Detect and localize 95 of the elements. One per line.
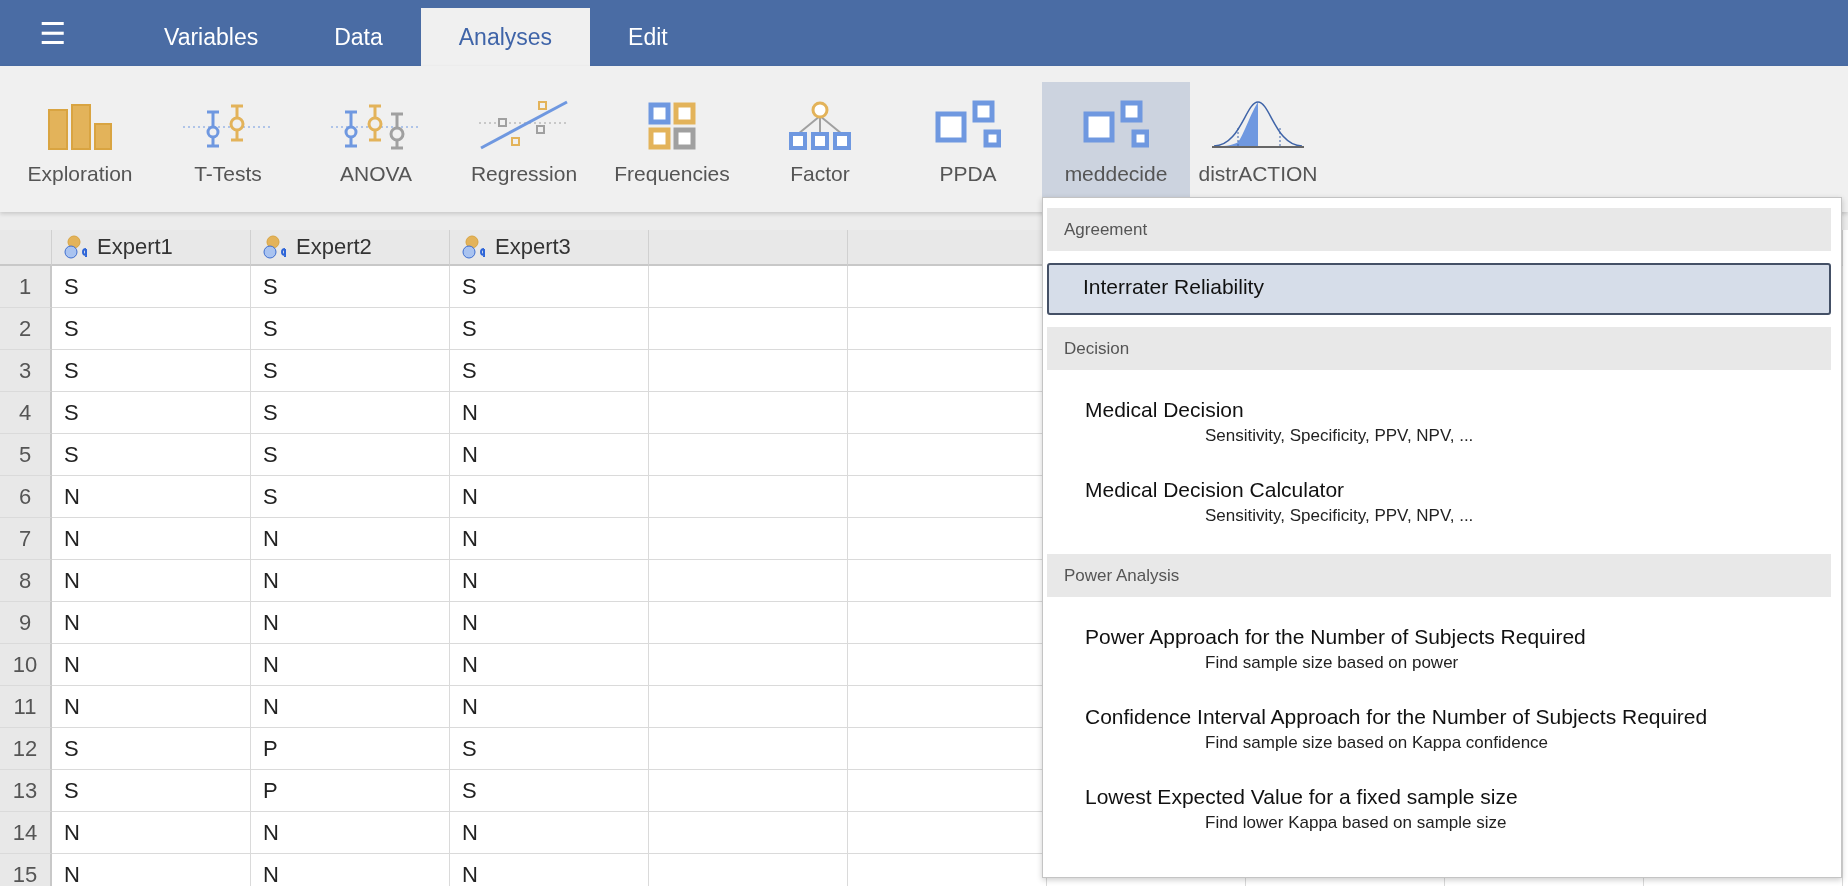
table-cell: N — [52, 560, 251, 602]
row-number: 7 — [0, 518, 52, 560]
section-heading: Agreement — [1047, 208, 1831, 251]
table-cell: N — [450, 434, 649, 476]
table-cell: S — [251, 266, 450, 308]
row-number: 12 — [0, 728, 52, 770]
distribution-curve-icon — [1210, 98, 1306, 150]
table-cell: N — [52, 602, 251, 644]
table-cell: S — [450, 770, 649, 812]
toolbar-button[interactable]: meddecide — [1042, 82, 1190, 198]
table-cell: N — [450, 476, 649, 518]
table-cell: N — [251, 602, 450, 644]
table-cell: S — [52, 770, 251, 812]
table-cell: P — [251, 728, 450, 770]
scatter-line-icon — [479, 100, 569, 150]
table-cell: N — [450, 854, 649, 886]
table-cell: N — [251, 644, 450, 686]
table-cell: S — [251, 392, 450, 434]
table-cell: N — [251, 518, 450, 560]
tab[interactable]: Data — [296, 8, 421, 66]
menu-button[interactable]: ☰ — [20, 0, 86, 66]
menu-item[interactable]: Medical Decision Sensitivity, Specificity, PPV, NPV, ... — [1047, 382, 1831, 462]
row-number: 11 — [0, 686, 52, 728]
table-cell: P — [251, 770, 450, 812]
table-cell: S — [52, 308, 251, 350]
toolbar-button[interactable]: distrACTION — [1190, 82, 1326, 198]
table-cell: N — [450, 560, 649, 602]
section-heading: Power Analysis — [1047, 554, 1831, 597]
column-header[interactable]: Expert3 — [450, 230, 649, 266]
table-cell: S — [52, 434, 251, 476]
squares-icon — [935, 100, 1001, 150]
menu-item[interactable]: Medical Decision Calculator Sensitivity, Specificity, PPV, NPV, ... — [1047, 462, 1831, 542]
table-cell: S — [52, 350, 251, 392]
toolbar-button[interactable]: Frequencies — [598, 82, 746, 198]
row-number: 4 — [0, 392, 52, 434]
table-cell: N — [52, 854, 251, 886]
row-number: 10 — [0, 644, 52, 686]
toolbar-button[interactable]: Regression — [450, 82, 598, 198]
error-bars-icon — [331, 104, 421, 150]
tab[interactable]: Analyses — [420, 8, 591, 66]
tab[interactable]: Variables — [126, 8, 297, 66]
table-cell: N — [52, 476, 251, 518]
table-cell: N — [251, 812, 450, 854]
toolbar-button[interactable]: PPDA — [894, 82, 1042, 198]
table-cell: N — [52, 518, 251, 560]
table-cell: S — [251, 476, 450, 518]
row-number: 9 — [0, 602, 52, 644]
table-cell: S — [450, 350, 649, 392]
menu-item[interactable]: Interrater Reliability — [1047, 263, 1831, 315]
menu-item[interactable]: Confidence Interval Approach for the Number of Subjects Required Find sample size based on Kappa confidence — [1047, 689, 1831, 769]
table-cell: S — [52, 392, 251, 434]
table-cell: N — [450, 812, 649, 854]
table-cell: S — [450, 266, 649, 308]
toolbar-button[interactable]: ANOVA — [302, 82, 450, 198]
tree-diagram-icon — [788, 100, 852, 150]
row-number: 13 — [0, 770, 52, 812]
column-header[interactable]: Expert2 — [251, 230, 450, 266]
error-bars-icon — [183, 104, 273, 150]
table-cell: N — [52, 812, 251, 854]
menu-item[interactable]: Power Approach for the Number of Subjects Required Find sample size based on power — [1047, 609, 1831, 689]
table-cell: N — [450, 518, 649, 560]
row-number: 2 — [0, 308, 52, 350]
table-cell: S — [450, 728, 649, 770]
table-cell: N — [450, 644, 649, 686]
table-cell: S — [450, 308, 649, 350]
table-cell: N — [52, 644, 251, 686]
row-number: 6 — [0, 476, 52, 518]
table-cell: N — [450, 602, 649, 644]
table-cell: N — [251, 854, 450, 886]
table-cell: S — [251, 350, 450, 392]
table-cell: S — [52, 266, 251, 308]
table-cell: N — [251, 686, 450, 728]
table-cell: S — [251, 308, 450, 350]
section-heading: Decision — [1047, 327, 1831, 370]
column-header[interactable]: Expert1 — [52, 230, 251, 266]
table-cell: N — [450, 392, 649, 434]
table-cell: N — [251, 560, 450, 602]
toolbar-button[interactable]: Exploration — [6, 82, 154, 198]
row-number: 14 — [0, 812, 52, 854]
tab[interactable]: Edit — [590, 8, 706, 66]
toolbar-button[interactable]: Factor — [746, 82, 894, 198]
toolbar-button[interactable]: T-Tests — [154, 82, 302, 198]
row-number: 5 — [0, 434, 52, 476]
table-cell: S — [52, 728, 251, 770]
row-number: 8 — [0, 560, 52, 602]
row-number: 1 — [0, 266, 52, 308]
table-cell: S — [251, 434, 450, 476]
grid-squares-icon — [648, 102, 696, 150]
row-number: 3 — [0, 350, 52, 392]
row-number: 15 — [0, 854, 52, 886]
bar-chart-icon — [48, 104, 112, 150]
menu-item[interactable]: Lowest Expected Value for a fixed sample size Find lower Kappa based on sample size — [1047, 769, 1831, 849]
table-cell: N — [450, 686, 649, 728]
squares-icon — [1083, 100, 1149, 150]
table-cell: N — [52, 686, 251, 728]
